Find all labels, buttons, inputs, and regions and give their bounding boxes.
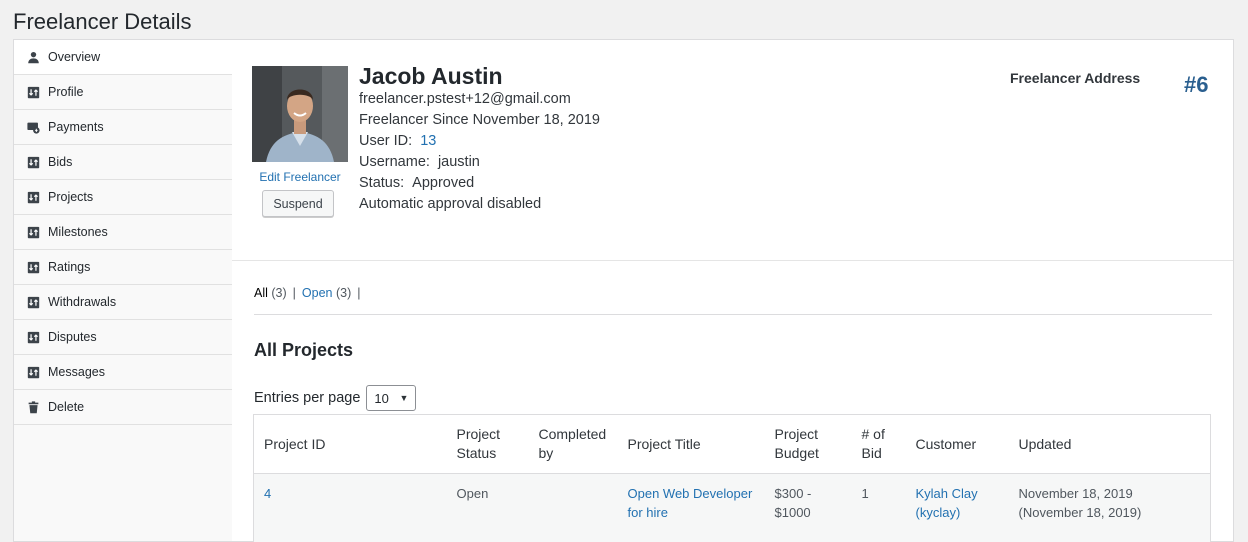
cell-completed-by [528, 473, 618, 542]
cell-project-id[interactable]: 4 [253, 473, 447, 542]
entries-select[interactable]: 10 ▼ [366, 385, 417, 411]
sidebar: Overview Profile Payments Bids Projects Miles… [13, 39, 233, 542]
sort-icon [26, 330, 40, 344]
filter-all-count: (3) [271, 286, 287, 300]
projects-table: Project ID Project Status Completed by P… [253, 414, 1211, 542]
sidebar-item-label: Delete [48, 400, 85, 414]
sidebar-item-label: Overview [48, 50, 101, 64]
entries-label: Entries per page [254, 390, 361, 406]
chevron-down-icon: ▼ [399, 393, 409, 403]
username-label: Username: [359, 154, 430, 170]
status-label: Status: [359, 175, 405, 191]
username-row: Username: jaustin [359, 152, 600, 173]
sidebar-item-label: Withdrawals [48, 295, 117, 309]
sidebar-item-label: Payments [48, 120, 104, 134]
cell-bids: 1 [851, 473, 906, 542]
user-id-link[interactable]: 13 [420, 133, 436, 149]
filter-open[interactable]: Open (3) [302, 286, 351, 300]
sidebar-item-label: Ratings [48, 260, 91, 274]
sidebar-item-label: Bids [48, 155, 73, 169]
section-title: All Projects [254, 340, 354, 360]
sidebar-item-profile[interactable]: Profile [14, 75, 232, 110]
filter-separator: | [357, 286, 361, 300]
divider [254, 314, 1212, 315]
sort-icon [26, 295, 40, 309]
col-customer[interactable]: Customer [905, 414, 1009, 474]
sidebar-item-ratings[interactable]: Ratings [14, 250, 232, 285]
user-icon [26, 50, 40, 64]
sidebar-item-delete[interactable]: Delete [14, 390, 232, 425]
filter-separator: | [292, 286, 296, 300]
col-project-id[interactable]: Project ID [253, 414, 447, 474]
entries-per-page: Entries per page 10 ▼ [254, 385, 417, 411]
table-header-row: Project ID Project Status Completed by P… [253, 414, 1211, 474]
col-completed-by[interactable]: Completed by [528, 414, 618, 474]
filter-all[interactable]: All (3) [254, 286, 287, 300]
status-row: Status: Approved [359, 173, 600, 194]
cell-project-budget: $300 - $1000 [764, 473, 852, 542]
freelancer-address-label: Freelancer Address [1010, 70, 1141, 86]
sidebar-item-milestones[interactable]: Milestones [14, 215, 232, 250]
freelancer-number: #6 [1184, 72, 1209, 97]
main-panel: Edit Freelancer Suspend Jacob Austin fre… [232, 39, 1234, 542]
freelancer-email: freelancer.pstest+12@gmail.com [359, 91, 571, 107]
sidebar-item-payments[interactable]: Payments [14, 110, 232, 145]
payments-icon [26, 120, 40, 134]
sidebar-item-label: Milestones [48, 225, 108, 239]
freelancer-since: Freelancer Since November 18, 2019 [359, 112, 600, 128]
sidebar-item-label: Projects [48, 190, 94, 204]
avatar-photo [252, 66, 348, 162]
sort-icon [26, 190, 40, 204]
sort-icon [26, 260, 40, 274]
page-title: Freelancer Details [13, 9, 192, 34]
sort-icon [26, 155, 40, 169]
sidebar-item-label: Disputes [48, 330, 97, 344]
col-bids[interactable]: # of Bid [851, 414, 906, 474]
sidebar-item-disputes[interactable]: Disputes [14, 320, 232, 355]
user-id-label: User ID: [359, 133, 413, 149]
trash-icon [26, 400, 40, 414]
user-id-row: User ID: 13 [359, 131, 600, 152]
profile-info: Jacob Austin freelancer.pstest+12@gmail.… [359, 63, 600, 215]
sidebar-item-label: Profile [48, 85, 84, 99]
approval-text: Automatic approval disabled [359, 196, 542, 212]
col-project-title[interactable]: Project Title [617, 414, 765, 474]
sort-icon [26, 365, 40, 379]
project-filters: All (3) | Open (3) | [254, 286, 367, 300]
sort-icon [26, 225, 40, 239]
username-value: jaustin [437, 154, 480, 170]
cell-project-status: Open [446, 473, 529, 542]
table-row: 4 Open Open Web Developer for hire $300 … [253, 473, 1211, 542]
suspend-button[interactable]: Suspend [262, 190, 334, 217]
status-value: Approved [412, 175, 475, 191]
col-project-budget[interactable]: Project Budget [764, 414, 852, 474]
entries-value: 10 [374, 390, 389, 406]
edit-freelancer-link[interactable]: Edit Freelancer [252, 170, 348, 184]
avatar [252, 66, 348, 162]
sidebar-item-projects[interactable]: Projects [14, 180, 232, 215]
sidebar-menu: Overview Profile Payments Bids Projects Miles… [14, 40, 233, 425]
sidebar-item-overview[interactable]: Overview [14, 40, 233, 75]
filter-open-label: Open [301, 286, 333, 300]
sort-icon [26, 85, 40, 99]
sidebar-item-label: Messages [48, 365, 105, 379]
profile-card: Edit Freelancer Suspend Jacob Austin fre… [232, 40, 1233, 261]
cell-customer[interactable]: Kylah Clay (kyclay) [905, 473, 1009, 542]
cell-updated: November 18, 2019 (November 18, 2019) [1008, 473, 1211, 542]
filter-open-count: (3) [336, 286, 352, 300]
sidebar-item-messages[interactable]: Messages [14, 355, 232, 390]
filter-all-label: All [254, 286, 268, 300]
sidebar-item-bids[interactable]: Bids [14, 145, 232, 180]
col-updated[interactable]: Updated [1008, 414, 1211, 474]
sidebar-item-withdrawals[interactable]: Withdrawals [14, 285, 232, 320]
freelancer-name: Jacob Austin [359, 63, 503, 89]
col-project-status[interactable]: Project Status [446, 414, 529, 474]
cell-project-title[interactable]: Open Web Developer for hire [617, 473, 765, 542]
